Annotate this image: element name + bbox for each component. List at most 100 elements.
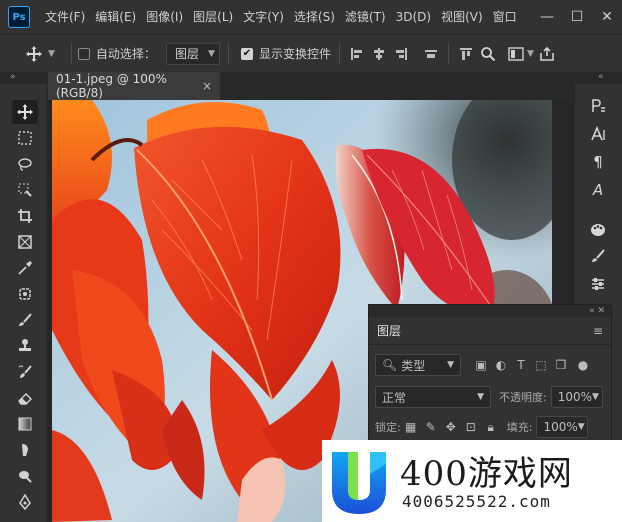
opacity-field[interactable]: 100% ▼ [550,386,603,408]
menu-layer[interactable]: 图层(L) [188,0,238,34]
stamp-icon[interactable] [12,334,38,358]
adjustment-filter-icon[interactable]: ◐ [491,355,511,375]
chevron-down-icon: ▼ [447,360,454,370]
ps-logo: Ps [8,6,30,28]
fill-label: 填充: [506,421,533,434]
align-top-icon[interactable] [455,43,477,65]
menu-filter[interactable]: 滤镜(T) [340,0,391,34]
photoshop-window: Ps 文件(F) 编辑(E) 图像(I) 图层(L) 文字(Y) 选择(S) 滤… [0,0,622,522]
align-left-icon[interactable] [346,43,368,65]
lasso-icon[interactable] [12,152,38,176]
watermark-url: 4006525522.com [402,492,551,511]
smart-object-filter-icon[interactable]: ❒ [551,355,571,375]
layers-tab[interactable]: 图层 [377,322,401,339]
document-tab-title: 01-1.jpeg @ 100%(RGB/8) [56,72,167,100]
fill-field[interactable]: 100% ▼ [536,416,589,438]
blend-mode-dropdown[interactable]: 正常 ▼ [375,386,491,408]
brush-icon[interactable] [12,308,38,332]
pen-icon[interactable] [12,490,38,514]
share-icon[interactable] [536,43,558,65]
type-filter-icon[interactable]: T [511,355,531,375]
gradient-icon[interactable] [12,412,38,436]
menu-view[interactable]: 视图(V) [436,0,488,34]
expand-toolbar-icon[interactable]: » [10,72,16,82]
search-icon[interactable] [477,43,499,65]
watermark-logo-icon [332,452,386,514]
lock-all-icon[interactable]: 🔒︎ [481,417,501,437]
shape-filter-icon[interactable]: ⬚ [531,355,551,375]
auto-select-target-value: 图层 [174,47,199,61]
show-transform-label: 显示变换控件 [258,47,331,61]
fill-value: 100% [543,420,578,434]
divider [447,42,449,65]
blend-row: 正常 ▼ 不透明度: 100% ▼ [369,383,611,411]
chevron-down-icon: ▼ [208,48,215,59]
auto-select-checkbox[interactable] [77,47,90,60]
filter-kind-dropdown[interactable]: 🔍︎ 类型 ▼ [375,354,461,376]
lock-pixels-icon[interactable]: ✎ [421,417,441,437]
menu-3d[interactable]: 3D(D) [391,0,436,34]
tools-panel [0,84,48,522]
divider [70,42,72,65]
marquee-icon[interactable] [12,126,38,150]
frame-icon[interactable] [12,230,38,254]
character-icon[interactable] [585,122,611,146]
lock-artboard-icon[interactable]: ⊡ [461,417,481,437]
show-transform-checkbox[interactable]: ✔ [240,47,253,60]
workspace-icon[interactable] [505,43,527,65]
move-tool-icon[interactable] [12,100,38,124]
chevron-down-icon[interactable]: ▼ [48,49,55,59]
filter-toggle-icon[interactable]: ● [573,355,593,375]
layers-panel-header: 图层 ≡ [369,317,611,345]
document-tab[interactable]: 01-1.jpeg @ 100%(RGB/8) × [48,72,220,100]
opacity-label: 不透明度: [499,391,547,404]
crop-icon[interactable] [12,204,38,228]
paragraph-style-icon[interactable] [585,94,611,118]
align-right-icon[interactable] [390,43,412,65]
menu-file[interactable]: 文件(F) [40,0,90,34]
eraser-icon[interactable] [12,386,38,410]
dodge-icon[interactable] [12,464,38,488]
image-filter-icon[interactable]: ▣ [471,355,491,375]
close-tab-icon[interactable]: × [202,79,212,93]
layer-filter-row: 🔍︎ 类型 ▼ ▣ ◐ T ⬚ ❒ ● [369,351,611,379]
align-center-icon[interactable] [368,43,390,65]
close-button[interactable]: ✕ [592,2,622,32]
move-tool-preset-icon[interactable] [20,40,48,68]
lock-transparent-icon[interactable]: ▦ [401,417,421,437]
collapse-panels-icon[interactable]: « [598,72,604,82]
auto-select-target-dropdown[interactable]: 图层 ▼ [165,42,220,65]
patch-icon[interactable] [12,282,38,306]
chevron-down-icon[interactable]: ▼ [527,49,534,59]
quick-select-icon[interactable] [12,178,38,202]
menu-edit[interactable]: 编辑(E) [90,0,141,34]
menu-image[interactable]: 图像(I) [141,0,188,34]
smudge-icon[interactable] [12,438,38,462]
brushes-icon[interactable] [585,244,611,268]
menu-type[interactable]: 文字(Y) [238,0,289,34]
chevron-down-icon: ▼ [592,392,599,402]
divider [227,42,229,65]
options-bar: ▼ 自动选择： 图层 ▼ ✔ 显示变换控件 ▼ [0,34,622,72]
history-brush-icon[interactable] [12,360,38,384]
panel-menu-icon[interactable]: ≡ [593,324,603,338]
menu-window[interactable]: 窗口 [488,0,522,34]
divider [338,42,340,65]
auto-select-label: 自动选择： [95,47,156,61]
lock-label: 锁定: [375,421,401,434]
minimize-button[interactable]: — [532,2,562,32]
eyedropper-icon[interactable] [12,256,38,280]
glyphs-icon[interactable]: A [585,178,611,202]
menu-select[interactable]: 选择(S) [289,0,340,34]
layers-panel-collapse[interactable]: « ✕ [369,305,611,317]
paragraph-icon[interactable]: ¶ [585,150,611,174]
blend-mode-value: 正常 [382,390,407,405]
color-palette-icon[interactable] [585,218,611,242]
lock-position-icon[interactable]: ✥ [441,417,461,437]
lock-row: 锁定: ▦ ✎ ✥ ⊡ 🔒︎ 填充: 100% ▼ [369,413,611,441]
adjustments-icon[interactable] [585,272,611,296]
distribute-icon[interactable] [420,43,442,65]
watermark-brand: 400游戏网 [400,454,573,494]
restore-button[interactable]: ☐ [562,2,592,32]
filter-kind-value: 类型 [401,358,426,373]
